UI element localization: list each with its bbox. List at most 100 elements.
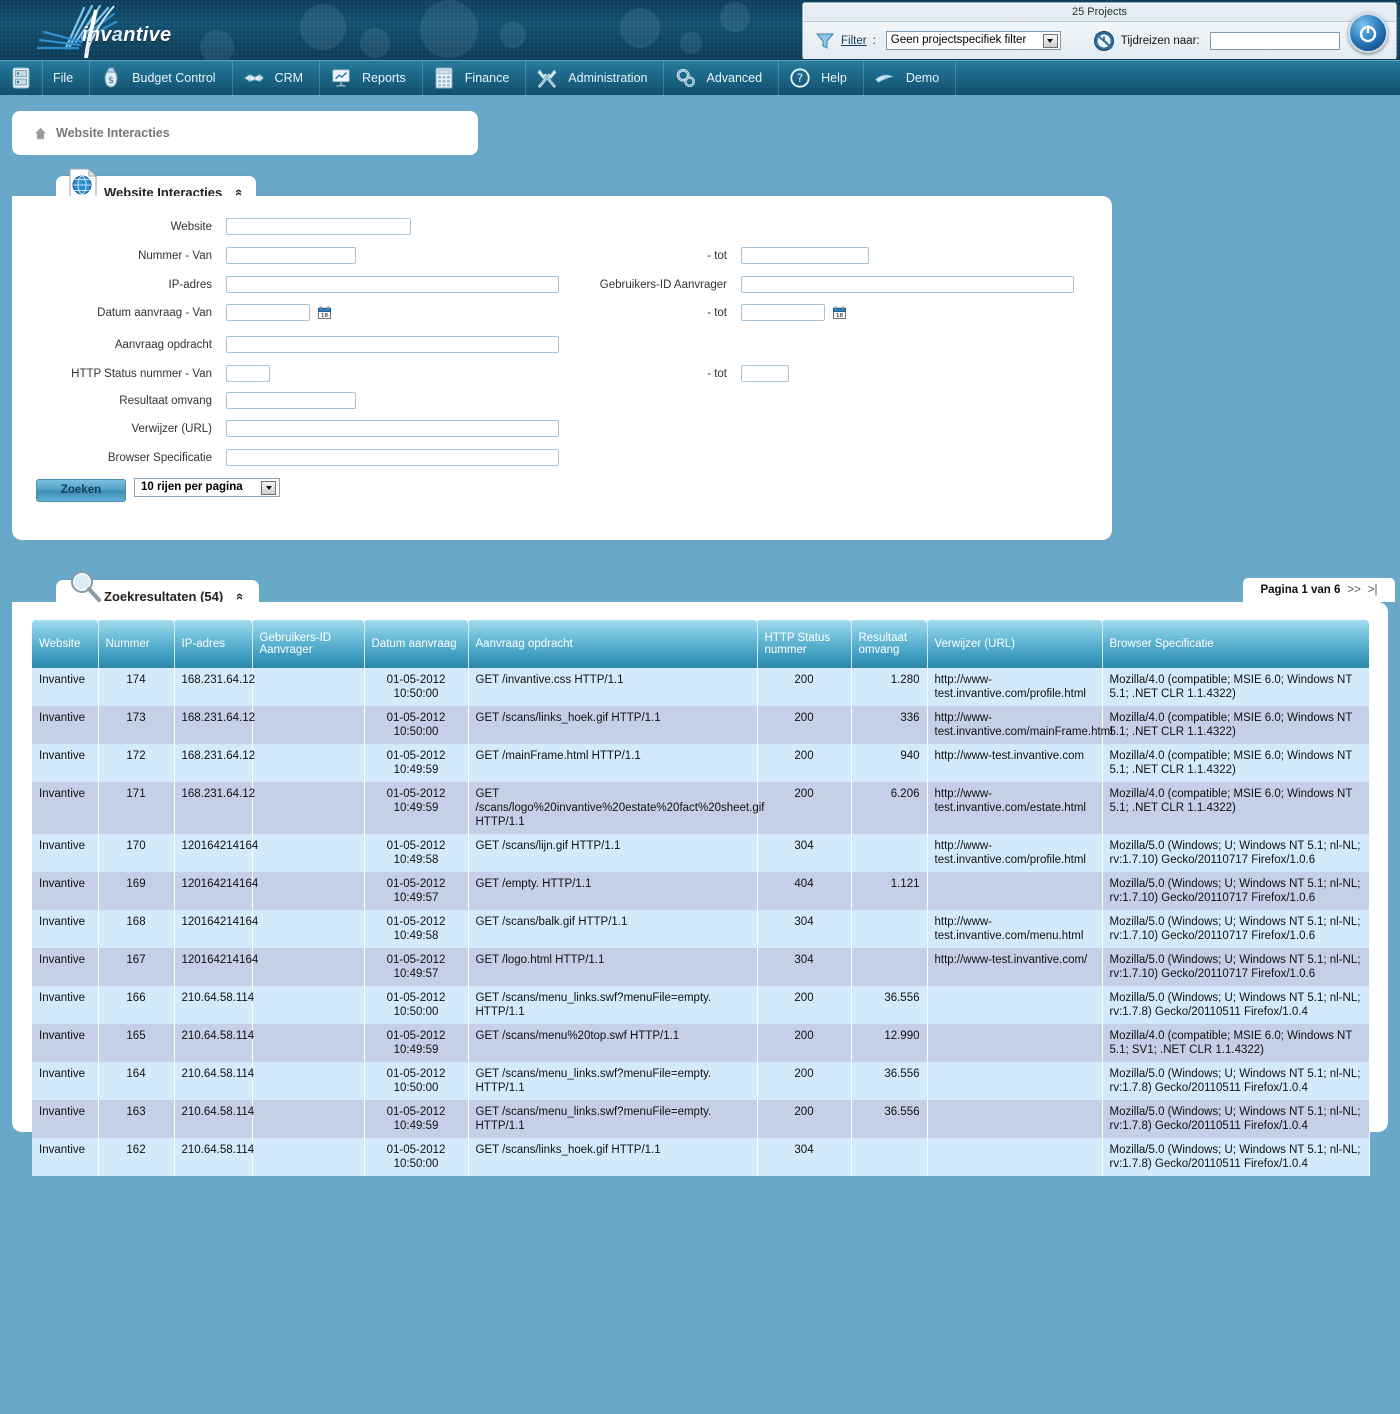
input-http-status-van[interactable] bbox=[226, 365, 270, 382]
table-row[interactable]: Invantive 166 210.64.58.114 01-05-2012 10:5… bbox=[32, 986, 1370, 1024]
input-http-status-tot[interactable] bbox=[741, 365, 789, 382]
menu-item-crm[interactable]: CRM bbox=[233, 60, 321, 96]
menu-item-reports[interactable]: Reports bbox=[320, 60, 423, 96]
table-row[interactable]: Invantive 162 210.64.58.114 01-05-2012 10:5… bbox=[32, 1138, 1370, 1176]
main-menu-bar[interactable]: File $ Budget Control CRM Reports Financ… bbox=[0, 60, 1400, 96]
pagination-next-button[interactable]: >> bbox=[1347, 584, 1360, 596]
chevron-down-icon[interactable] bbox=[261, 481, 276, 495]
money-bag-icon: $ bbox=[104, 67, 118, 88]
cell-verwijzer-url bbox=[927, 872, 1103, 910]
menu-item-finance[interactable]: Finance bbox=[423, 60, 527, 96]
grid-bottom-padding bbox=[32, 1176, 1369, 1194]
cell-gebruikers-id bbox=[252, 986, 365, 1024]
timetravel-input[interactable] bbox=[1209, 31, 1340, 50]
col-ip-adres[interactable]: IP-adres bbox=[174, 620, 253, 668]
col-gebruikers-id[interactable]: Gebruikers-ID Aanvrager bbox=[252, 620, 365, 668]
col-aanvraag-opdracht[interactable]: Aanvraag opdracht bbox=[468, 620, 758, 668]
cell-browser-specificatie: Mozilla/5.0 (Windows; U; Windows NT 5.1;… bbox=[1102, 910, 1370, 948]
cell-ip-adres: 210.64.58.114 bbox=[174, 1100, 254, 1138]
table-row[interactable]: Invantive 167 120164214164 01-05-2012 10:49… bbox=[32, 948, 1370, 986]
col-http-status[interactable]: HTTP Status nummer bbox=[757, 620, 852, 668]
menu-item-advanced[interactable]: Advanced bbox=[664, 60, 780, 96]
col-resultaat-omvang[interactable]: Resultaat omvang bbox=[851, 620, 928, 668]
input-verwijzer-url[interactable] bbox=[226, 420, 559, 437]
cell-aanvraag-opdracht: GET /mainFrame.html HTTP/1.1 bbox=[468, 744, 758, 782]
label-website: Website bbox=[170, 220, 212, 233]
cell-gebruikers-id bbox=[252, 1138, 365, 1176]
menu-item-help[interactable]: ? Help bbox=[779, 60, 864, 96]
project-filter-select[interactable]: Geen projectspecifiek filter bbox=[885, 31, 1061, 50]
input-resultaat-omvang[interactable] bbox=[226, 392, 356, 409]
col-browser-specificatie[interactable]: Browser Specificatie bbox=[1102, 620, 1369, 668]
col-datum-aanvraag[interactable]: Datum aanvraag bbox=[364, 620, 469, 668]
cell-http-status: 200 bbox=[757, 744, 852, 782]
table-row[interactable]: Invantive 164 210.64.58.114 01-05-2012 10:5… bbox=[32, 1062, 1370, 1100]
input-nummer-van[interactable] bbox=[226, 247, 356, 264]
input-website[interactable] bbox=[226, 218, 411, 235]
menu-item-budget-control[interactable]: $ Budget Control bbox=[90, 60, 233, 96]
power-button[interactable] bbox=[1348, 13, 1388, 53]
cell-browser-specificatie: Mozilla/5.0 (Windows; U; Windows NT 5.1;… bbox=[1102, 1100, 1370, 1138]
input-browser-specificatie[interactable] bbox=[226, 449, 559, 466]
cell-verwijzer-url bbox=[927, 1024, 1103, 1062]
cell-resultaat-omvang bbox=[851, 834, 928, 872]
chevron-down-icon[interactable] bbox=[1042, 34, 1058, 48]
table-row[interactable]: Invantive 169 120164214164 01-05-2012 10:49… bbox=[32, 872, 1370, 910]
cell-http-status: 200 bbox=[757, 1024, 852, 1062]
table-row[interactable]: Invantive 173 168.231.64.12 01-05-2012 10:5… bbox=[32, 706, 1370, 744]
menu-item-crm-label: CRM bbox=[274, 71, 304, 85]
cell-gebruikers-id bbox=[252, 1062, 365, 1100]
menu-item-demo[interactable]: Demo bbox=[864, 60, 957, 96]
col-verwijzer-url[interactable]: Verwijzer (URL) bbox=[927, 620, 1103, 668]
home-icon[interactable] bbox=[34, 127, 47, 140]
input-aanvraag-opdracht[interactable] bbox=[226, 336, 559, 353]
label-http-status-van: HTTP Status nummer - Van bbox=[71, 367, 212, 380]
table-row[interactable]: Invantive 170 120164214164 01-05-2012 10:49… bbox=[32, 834, 1370, 872]
table-row[interactable]: Invantive 174 168.231.64.12 01-05-2012 10:5… bbox=[32, 668, 1370, 706]
input-datum-van[interactable] bbox=[226, 304, 310, 321]
table-row[interactable]: Invantive 165 210.64.58.114 01-05-2012 10:4… bbox=[32, 1024, 1370, 1062]
menu-item-server[interactable] bbox=[0, 60, 43, 96]
svg-text:?: ? bbox=[797, 71, 803, 85]
clock-back-icon[interactable] bbox=[1093, 30, 1115, 52]
cell-aanvraag-opdracht: GET /empty. HTTP/1.1 bbox=[468, 872, 758, 910]
cell-verwijzer-url bbox=[927, 1062, 1103, 1100]
cell-resultaat-omvang: 36.556 bbox=[851, 986, 928, 1024]
table-row[interactable]: Invantive 168 120164214164 01-05-2012 10:49… bbox=[32, 910, 1370, 948]
search-button[interactable]: Zoeken bbox=[36, 479, 126, 502]
cell-datum-aanvraag: 01-05-2012 10:50:00 bbox=[364, 668, 469, 706]
menu-item-file-label: File bbox=[53, 71, 74, 85]
label-aanvraag-opdracht: Aanvraag opdracht bbox=[114, 338, 212, 351]
table-row[interactable]: Invantive 163 210.64.58.114 01-05-2012 10:4… bbox=[32, 1100, 1370, 1138]
menu-item-file[interactable]: File bbox=[43, 60, 91, 96]
table-row[interactable]: Invantive 171 168.231.64.12 01-05-2012 10:4… bbox=[32, 782, 1370, 834]
cell-resultaat-omvang: 6.206 bbox=[851, 782, 928, 834]
label-nummer-tot: - tot bbox=[707, 249, 727, 262]
menu-item-administration[interactable]: Administration bbox=[526, 60, 665, 96]
results-table-body: Invantive 174 168.231.64.12 01-05-2012 10:5… bbox=[32, 668, 1370, 1176]
filter-link[interactable]: Filter bbox=[841, 35, 867, 47]
cell-resultaat-omvang: 1.121 bbox=[851, 872, 928, 910]
input-ip-adres[interactable] bbox=[226, 276, 559, 293]
input-datum-tot[interactable] bbox=[741, 304, 825, 321]
input-nummer-tot[interactable] bbox=[741, 247, 869, 264]
calendar-icon[interactable]: 18 bbox=[318, 306, 331, 319]
funnel-icon bbox=[815, 33, 835, 49]
pagination-last-button[interactable]: >| bbox=[1368, 584, 1378, 596]
chevron-up-icon[interactable]: « bbox=[232, 188, 247, 195]
table-row[interactable]: Invantive 172 168.231.64.12 01-05-2012 10:4… bbox=[32, 744, 1370, 782]
calendar-icon[interactable]: 18 bbox=[833, 306, 846, 319]
breadcrumb-label[interactable]: Website Interacties bbox=[56, 126, 170, 140]
rows-per-page-select[interactable]: 10 rijen per pagina bbox=[134, 478, 280, 497]
col-website[interactable]: Website bbox=[32, 620, 99, 668]
label-http-status-tot: - tot bbox=[707, 367, 727, 380]
cell-gebruikers-id bbox=[252, 834, 365, 872]
input-gebruikers-id[interactable] bbox=[741, 276, 1074, 293]
cell-gebruikers-id bbox=[252, 1100, 365, 1138]
cell-datum-aanvraag: 01-05-2012 10:50:00 bbox=[364, 1138, 469, 1176]
cell-verwijzer-url: http://www-test.invantive.com/profile.ht… bbox=[927, 834, 1103, 872]
cell-nummer: 163 bbox=[98, 1100, 175, 1138]
col-nummer[interactable]: Nummer bbox=[98, 620, 175, 668]
pagination[interactable]: Pagina 1 van 6 >> >| bbox=[1243, 578, 1395, 602]
chevron-up-icon[interactable]: « bbox=[233, 592, 248, 599]
